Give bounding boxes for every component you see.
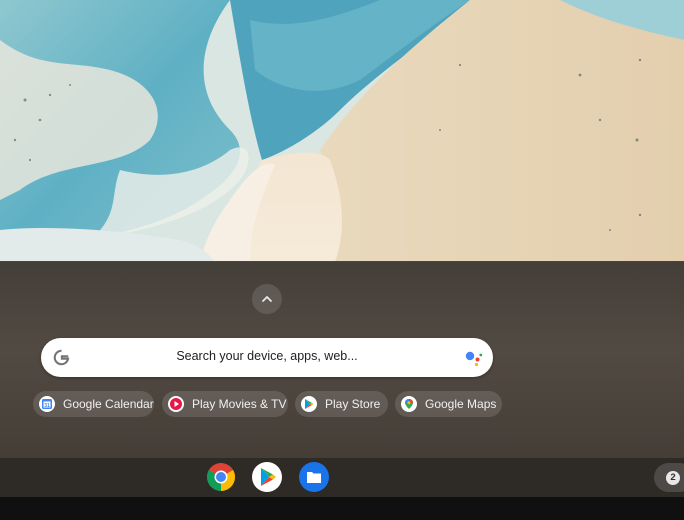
suggestion-chip-label: Play Movies & TV [192,397,287,411]
launcher-search-box[interactable]: Search your device, apps, web... [41,338,493,377]
status-area[interactable]: 2 [654,463,684,492]
chevron-up-icon [262,296,272,302]
suggestion-chip-label: Google Calendar [63,397,154,411]
suggestion-chip-play-store[interactable]: Play Store [295,391,388,417]
app-launcher: Search your device, apps, web... 31 Goog… [0,261,684,458]
play-store-icon [261,468,276,486]
google-maps-icon [401,396,417,412]
shelf: 2 [0,458,684,497]
files-icon [307,472,321,483]
suggestion-chip-play-movies[interactable]: Play Movies & TV [162,391,288,417]
svg-text:31: 31 [44,403,50,409]
google-assistant-icon[interactable] [464,348,484,368]
suggestion-chip-label: Google Maps [425,397,497,411]
screen-bottom-edge [0,497,684,520]
play-store-icon [301,396,317,412]
suggestion-chip-label: Play Store [325,397,381,411]
wallpaper [0,0,684,262]
wallpaper-image [0,0,684,262]
suggestion-chip-google-maps[interactable]: Google Maps [395,391,502,417]
play-movies-icon [168,396,184,412]
expand-launcher-button[interactable] [252,284,282,314]
shelf-app-chrome[interactable] [206,462,236,492]
shelf-app-files[interactable] [299,462,329,492]
search-placeholder: Search your device, apps, web... [176,349,358,363]
chrome-icon [207,463,235,491]
google-calendar-icon: 31 [39,396,55,412]
notification-count-badge: 2 [666,471,680,485]
shelf-app-play-store[interactable] [252,462,282,492]
suggestion-chip-google-calendar[interactable]: 31 Google Calendar [33,391,154,417]
